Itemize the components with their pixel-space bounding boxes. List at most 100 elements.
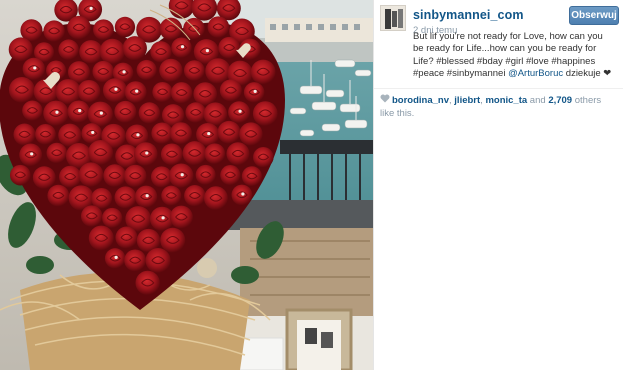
pearl-pin [78, 109, 82, 113]
rose [115, 226, 138, 249]
rose [160, 143, 183, 166]
rose [203, 186, 228, 211]
rose [185, 102, 206, 123]
pearl-pin [145, 151, 149, 155]
pearl-pin [122, 70, 126, 74]
rose [80, 205, 103, 227]
rose [35, 123, 56, 145]
rose [252, 101, 278, 126]
rose [161, 185, 182, 206]
rose [204, 143, 226, 165]
rose [59, 165, 82, 188]
rose [124, 249, 147, 272]
pearl-pin [135, 89, 139, 93]
liker-link-3[interactable]: monic_ta [485, 95, 527, 106]
rose [93, 19, 114, 41]
rose [226, 142, 250, 166]
post-details-panel: sinbymannei_com Obserwuj 2 dni temu But … [373, 0, 623, 370]
rose [138, 102, 161, 124]
pearl-pin [180, 173, 184, 177]
follow-button[interactable]: Obserwuj [569, 6, 619, 25]
avatar[interactable] [380, 5, 406, 31]
rose [8, 76, 35, 103]
pearl-pin [55, 110, 59, 114]
rose [193, 82, 218, 106]
pearl-pin [145, 194, 149, 198]
rose [219, 79, 242, 102]
username-link[interactable]: sinbymannei_com [413, 8, 524, 22]
rose [77, 79, 101, 103]
pearl-pin [33, 66, 37, 70]
rose [67, 15, 91, 40]
caption-mention-link[interactable]: @ArturBoruc [508, 68, 563, 79]
rose [88, 225, 114, 251]
rose [58, 39, 79, 60]
pearl-pin [30, 152, 34, 156]
liker-link-2[interactable]: jliebrt [454, 95, 480, 106]
rose [47, 184, 70, 207]
rose [8, 37, 33, 62]
rose [160, 227, 186, 253]
likes-summary: borodina_nv, jliebrt, monic_ta and 2,709… [380, 94, 618, 120]
rose [32, 166, 56, 189]
rose [122, 36, 147, 61]
rose [169, 205, 193, 229]
roses-photo-illustration [0, 0, 373, 370]
rose [170, 82, 193, 104]
rose [239, 122, 263, 146]
rose [43, 20, 65, 42]
rose [114, 16, 136, 38]
rose [78, 162, 104, 188]
pearl-pin [114, 255, 118, 259]
rose [46, 142, 68, 164]
rose [183, 60, 205, 81]
rose [207, 16, 230, 38]
pearl-pin [91, 130, 95, 135]
rose [145, 247, 171, 274]
rose [22, 100, 43, 121]
pearl-pin [136, 133, 140, 137]
pearl-pin [207, 131, 211, 136]
rose [184, 185, 206, 207]
pearl-pin [114, 87, 118, 91]
rose [135, 270, 160, 296]
pearl-pin [99, 111, 103, 115]
rose [250, 59, 276, 85]
rose [241, 166, 262, 187]
rose [102, 207, 123, 229]
rose [99, 38, 126, 65]
rose [114, 100, 137, 123]
pearl-pin [241, 192, 245, 196]
rose [151, 122, 173, 144]
rose [220, 165, 241, 186]
rose [13, 123, 36, 146]
divider [374, 88, 623, 89]
rose [182, 141, 207, 166]
post-caption: But lif you're not ready for Love, how c… [413, 31, 613, 80]
pearl-pin [89, 6, 93, 11]
post-photo[interactable] [0, 0, 373, 370]
liker-link-1[interactable]: borodina_nv [392, 95, 449, 106]
pearl-pin [161, 216, 165, 220]
rose [79, 40, 103, 64]
rose [217, 120, 241, 144]
rose [152, 81, 173, 103]
pearl-pin [205, 49, 209, 53]
caption-end-text: dziekuje ❤ [563, 67, 612, 79]
rose [103, 164, 127, 188]
likes-and-text: and [527, 95, 549, 106]
rose [9, 164, 31, 186]
rose [195, 164, 216, 185]
pearl-pin [238, 109, 242, 113]
rose [218, 36, 240, 59]
rose [169, 122, 192, 145]
pearl-pin [253, 89, 257, 93]
rose [88, 139, 114, 166]
rose [114, 186, 137, 209]
rose [253, 146, 274, 168]
rose [136, 59, 157, 81]
likes-count-link[interactable]: 2,709 [548, 95, 572, 106]
rose [159, 58, 183, 83]
heart-icon [380, 94, 392, 108]
avatar-image [381, 6, 405, 30]
